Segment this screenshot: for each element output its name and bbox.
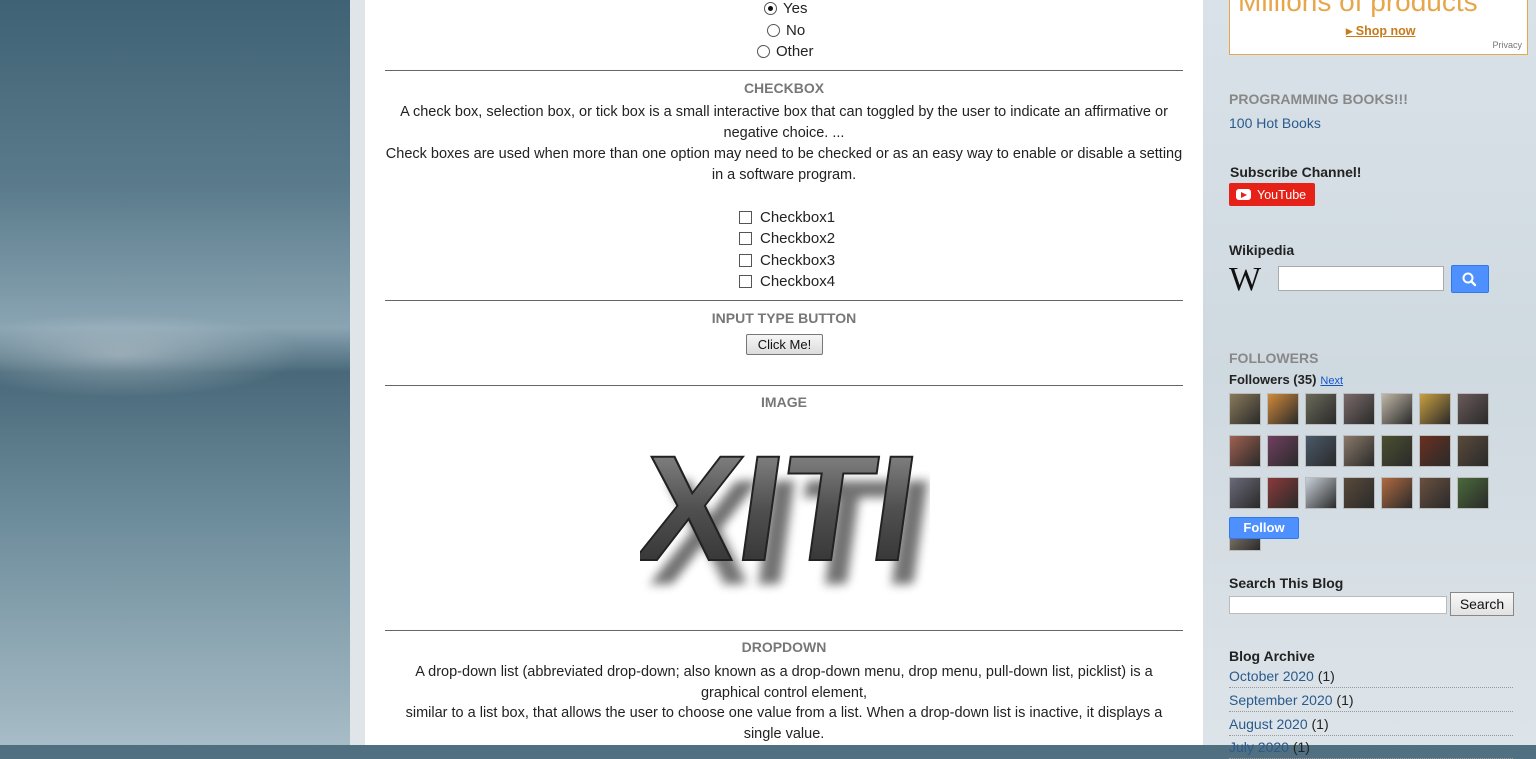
archive-item[interactable]: July 2020 (1): [1229, 739, 1513, 759]
radio-label: Yes: [783, 0, 808, 17]
follower-avatar[interactable]: [1419, 477, 1451, 509]
archive-item[interactable]: September 2020 (1): [1229, 692, 1513, 712]
search-icon: [1462, 272, 1477, 287]
radio-button[interactable]: [767, 24, 780, 37]
archive-item[interactable]: October 2020 (1): [1229, 668, 1513, 688]
radio-option-yes[interactable]: Yes: [764, 0, 807, 17]
follower-avatar[interactable]: [1267, 435, 1299, 467]
archive-item[interactable]: August 2020 (1): [1229, 716, 1513, 736]
wikipedia-search-input[interactable]: [1278, 266, 1444, 291]
checkbox-description-2: Check boxes are used when more than one …: [385, 146, 1183, 183]
dropdown-description-2: similar to a list box, that allows the u…: [405, 705, 1163, 742]
follower-avatar[interactable]: [1419, 435, 1451, 467]
page-background: [0, 0, 350, 745]
follower-avatar[interactable]: [1343, 435, 1375, 467]
ad-privacy-link[interactable]: Privacy: [1492, 40, 1522, 50]
dropdown-description: A drop-down list (abbreviated drop-down;…: [415, 664, 1153, 701]
follow-button[interactable]: Follow: [1229, 517, 1299, 539]
section-divider: [385, 630, 1183, 631]
follower-avatar[interactable]: [1457, 435, 1489, 467]
youtube-subscribe-button[interactable]: YouTube: [1229, 183, 1315, 206]
checkbox-label: Checkbox4: [760, 273, 836, 290]
follower-avatar[interactable]: [1229, 435, 1261, 467]
follower-avatar[interactable]: [1305, 477, 1337, 509]
follower-avatar[interactable]: [1457, 477, 1489, 509]
radio-label: Other: [776, 43, 814, 60]
ad-headline: Millions of products: [1238, 0, 1478, 17]
image-section-title: IMAGE: [761, 394, 807, 410]
checkbox-item-3[interactable]: Checkbox3: [739, 252, 835, 269]
checkbox-section-title: CHECKBOX: [743, 80, 825, 96]
blog-archive-title: Blog Archive: [1229, 648, 1315, 664]
radio-label: No: [786, 22, 806, 39]
checkbox-description: A check box, selection box, or tick box …: [400, 104, 1168, 141]
follower-avatar[interactable]: [1343, 393, 1375, 425]
dropdown-section-title: DROPDOWN: [741, 639, 827, 655]
ad-banner[interactable]: Millions of products ▸ Shop now Privacy: [1229, 0, 1528, 55]
checkbox-item-4[interactable]: Checkbox4: [739, 273, 835, 290]
checkbox-label: Checkbox1: [760, 209, 836, 226]
wikipedia-title: Wikipedia: [1229, 242, 1295, 258]
follower-avatar[interactable]: [1267, 477, 1299, 509]
radio-option-no[interactable]: No: [767, 22, 805, 39]
section-divider: [385, 300, 1183, 301]
radio-button[interactable]: [757, 45, 770, 58]
follower-avatar[interactable]: [1381, 477, 1413, 509]
followers-count: Followers (35) Next: [1229, 372, 1344, 387]
youtube-label: YouTube: [1257, 187, 1307, 202]
followers-title: FOLLOWERS: [1229, 350, 1319, 366]
checkbox-item-1[interactable]: Checkbox1: [739, 209, 835, 226]
checkbox[interactable]: [739, 211, 752, 224]
checkbox[interactable]: [739, 275, 752, 288]
follower-avatar[interactable]: [1343, 477, 1375, 509]
follower-avatar[interactable]: [1305, 435, 1337, 467]
radio-option-other[interactable]: Other: [757, 43, 814, 60]
section-divider: [385, 70, 1183, 71]
follower-avatar[interactable]: [1381, 435, 1413, 467]
section-divider: [385, 385, 1183, 386]
follower-avatar[interactable]: [1381, 393, 1413, 425]
checkbox[interactable]: [739, 254, 752, 267]
checkbox-label: Checkbox2: [760, 230, 836, 247]
follower-avatar[interactable]: [1229, 477, 1261, 509]
hot-books-link[interactable]: 100 Hot Books: [1229, 115, 1321, 131]
search-blog-title: Search This Blog: [1229, 575, 1344, 591]
follower-avatar[interactable]: [1267, 393, 1299, 425]
subscribe-title: Subscribe Channel!: [1230, 164, 1362, 180]
youtube-play-icon: [1236, 189, 1251, 200]
shop-now-link[interactable]: ▸ Shop now: [1346, 23, 1415, 38]
follower-avatar[interactable]: [1229, 393, 1261, 425]
checkbox-label: Checkbox3: [760, 252, 836, 269]
xiti-logo-image: XITI XITI: [640, 424, 930, 605]
follower-avatar[interactable]: [1457, 393, 1489, 425]
svg-text:XITI: XITI: [640, 425, 927, 592]
follower-avatar[interactable]: [1305, 393, 1337, 425]
programming-books-title: PROGRAMMING BOOKS!!!: [1229, 91, 1408, 107]
blog-search-button[interactable]: Search: [1450, 592, 1514, 616]
wikipedia-search-button[interactable]: [1451, 265, 1489, 293]
follower-avatar[interactable]: [1419, 393, 1451, 425]
followers-next-link[interactable]: Next: [1320, 375, 1343, 387]
button-section-title: INPUT TYPE BUTTON: [711, 310, 857, 326]
click-me-button[interactable]: Click Me!: [746, 334, 823, 355]
wikipedia-logo-icon: W: [1229, 261, 1262, 298]
blog-search-input[interactable]: [1229, 596, 1447, 614]
checkbox-item-2[interactable]: Checkbox2: [739, 230, 835, 247]
checkbox[interactable]: [739, 232, 752, 245]
radio-button[interactable]: [764, 2, 777, 15]
